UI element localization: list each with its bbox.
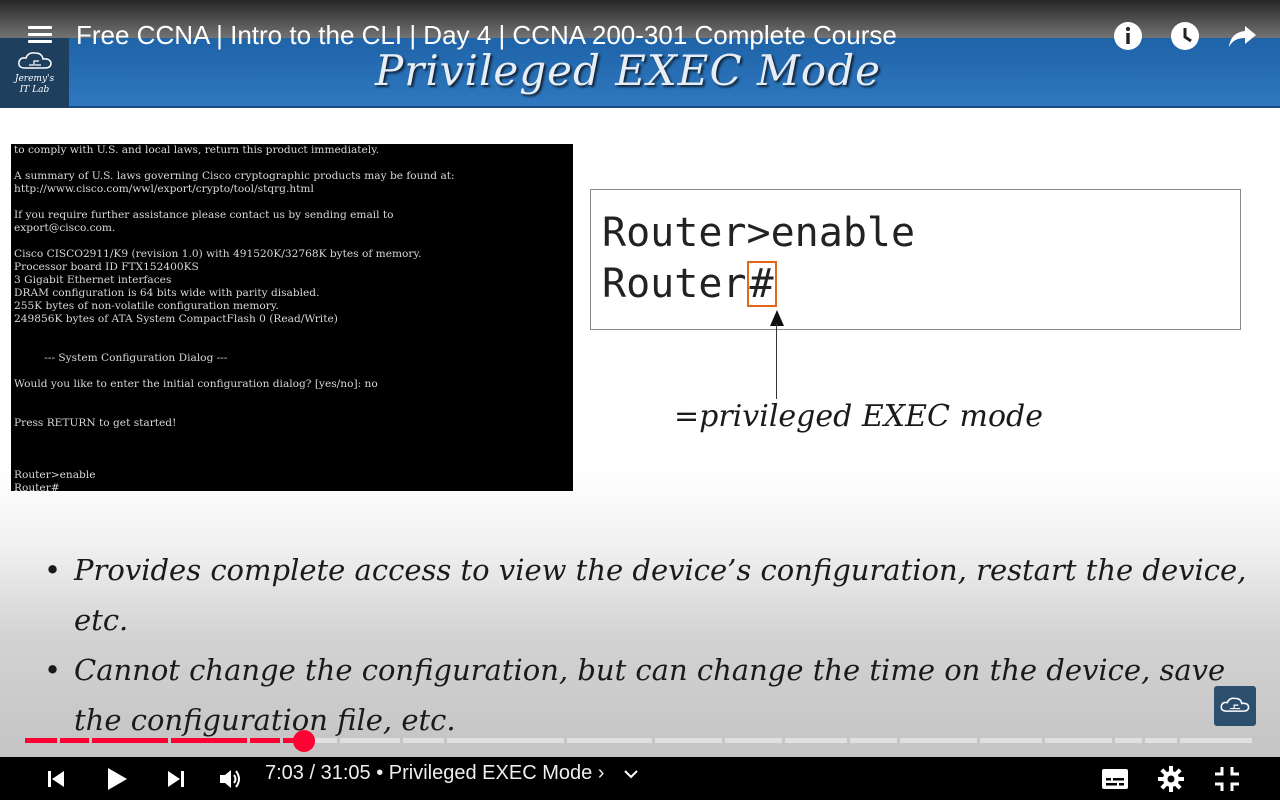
chapter-title[interactable]: Privileged EXEC Mode (389, 762, 592, 784)
router-prompt-text: Router (602, 261, 747, 307)
progress-chapter-segment[interactable] (1115, 738, 1142, 743)
arrow-line (776, 323, 777, 399)
chapter-arrow-icon[interactable]: › (598, 762, 605, 784)
terminal-line: DRAM configuration is 64 bits wide with … (14, 287, 320, 299)
terminal-line: A summary of U.S. laws governing Cisco c… (14, 170, 455, 182)
progress-chapter-segment[interactable] (785, 738, 847, 743)
arrow-head (770, 310, 784, 326)
progress-chapter-segment[interactable] (1145, 738, 1177, 743)
terminal-line: Cisco CISCO2911/K9 (revision 1.0) with 4… (14, 248, 422, 260)
bullet-list: • Provides complete access to view the d… (40, 545, 1250, 745)
progress-scrubber[interactable] (293, 730, 316, 752)
terminal-line: 249856K bytes of ATA System CompactFlash… (14, 313, 338, 325)
top-icon-group (1112, 20, 1258, 52)
bullet-dot: • (44, 553, 62, 587)
current-time: 7:03 (265, 762, 304, 784)
duration: 31:05 (320, 762, 371, 784)
exit-fullscreen-icon[interactable] (1210, 757, 1244, 800)
progress-played-segment (25, 738, 57, 743)
video-frame[interactable]: Jeremy's IT Lab Privileged EXEC Mode to … (0, 0, 1280, 757)
router-enable-line: Router>enable (602, 210, 916, 256)
watch-later-icon[interactable] (1169, 20, 1201, 52)
terminal-line: Router>enable (14, 469, 96, 481)
progress-played-segment (92, 738, 168, 743)
chevron-down-icon[interactable] (624, 758, 638, 788)
progress-bar[interactable] (25, 738, 1255, 743)
terminal-line: Processor board ID FTX152400KS (14, 261, 199, 273)
progress-chapter-segment[interactable] (725, 738, 782, 743)
terminal-line: 3 Gigabit Ethernet interfaces (14, 274, 172, 286)
terminal-line: If you require further assistance please… (14, 209, 394, 221)
terminal-line: Router# (14, 482, 60, 491)
progress-chapter-segment[interactable] (655, 738, 722, 743)
progress-chapter-segment[interactable] (403, 738, 444, 743)
progress-chapter-segment[interactable] (340, 738, 400, 743)
terminal-line: Would you like to enter the initial conf… (14, 378, 378, 390)
cli-terminal: to comply with U.S. and local laws, retu… (11, 144, 573, 491)
share-icon[interactable] (1226, 20, 1258, 52)
channel-watermark[interactable] (1214, 686, 1256, 726)
volume-icon[interactable] (214, 757, 248, 800)
progress-chapter-segment[interactable] (1180, 738, 1252, 743)
subtitles-icon[interactable] (1098, 757, 1132, 800)
terminal-line: export@cisco.com. (14, 222, 116, 234)
progress-played-segment (250, 738, 280, 743)
progress-chapter-segment[interactable] (850, 738, 897, 743)
terminal-line: --- System Configuration Dialog --- (14, 352, 228, 364)
progress-played-segment (171, 738, 247, 743)
terminal-line: http://www.cisco.com/wwl/export/crypto/t… (14, 183, 314, 195)
progress-chapter-segment[interactable] (900, 738, 977, 743)
time-display: 7:03 / 31:05 • Privileged EXEC Mode › (265, 758, 638, 788)
privileged-mode-annotation: =privileged EXEC mode (674, 399, 1043, 434)
hash-highlight: # (746, 261, 777, 307)
cloud-circuit-icon (1220, 697, 1250, 712)
terminal-line: to comply with U.S. and local laws, retu… (14, 144, 380, 156)
menu-icon[interactable] (28, 26, 52, 46)
progress-played-segment (60, 738, 89, 743)
progress-chapter-segment[interactable] (447, 738, 564, 743)
bullet-text-1: Provides complete access to view the dev… (74, 553, 1247, 637)
progress-chapter-segment[interactable] (1045, 738, 1112, 743)
play-icon[interactable] (100, 757, 134, 800)
progress-chapter-segment[interactable] (567, 738, 652, 743)
terminal-line: Press RETURN to get started! (14, 417, 177, 429)
bullet-dot: • (44, 653, 62, 687)
progress-chapter-segment[interactable] (980, 738, 1042, 743)
router-privileged-line: Router# (602, 260, 777, 308)
slide-title: Privileged EXEC Mode (375, 46, 881, 95)
video-title[interactable]: Free CCNA | Intro to the CLI | Day 4 | C… (76, 20, 897, 51)
previous-icon[interactable] (40, 757, 72, 800)
bullet-item: • Provides complete access to view the d… (40, 545, 1250, 645)
terminal-line: 255K bytes of non-volatile configuration… (14, 300, 279, 312)
next-icon[interactable] (160, 757, 192, 800)
bullet-text-2: Cannot change the configuration, but can… (74, 653, 1226, 737)
player-controls (0, 757, 1280, 800)
info-icon[interactable] (1112, 20, 1144, 52)
router-prompt-box: Router>enable Router# (590, 189, 1241, 330)
settings-icon[interactable] (1154, 757, 1188, 800)
bullet-item: • Cannot change the configuration, but c… (40, 645, 1250, 745)
